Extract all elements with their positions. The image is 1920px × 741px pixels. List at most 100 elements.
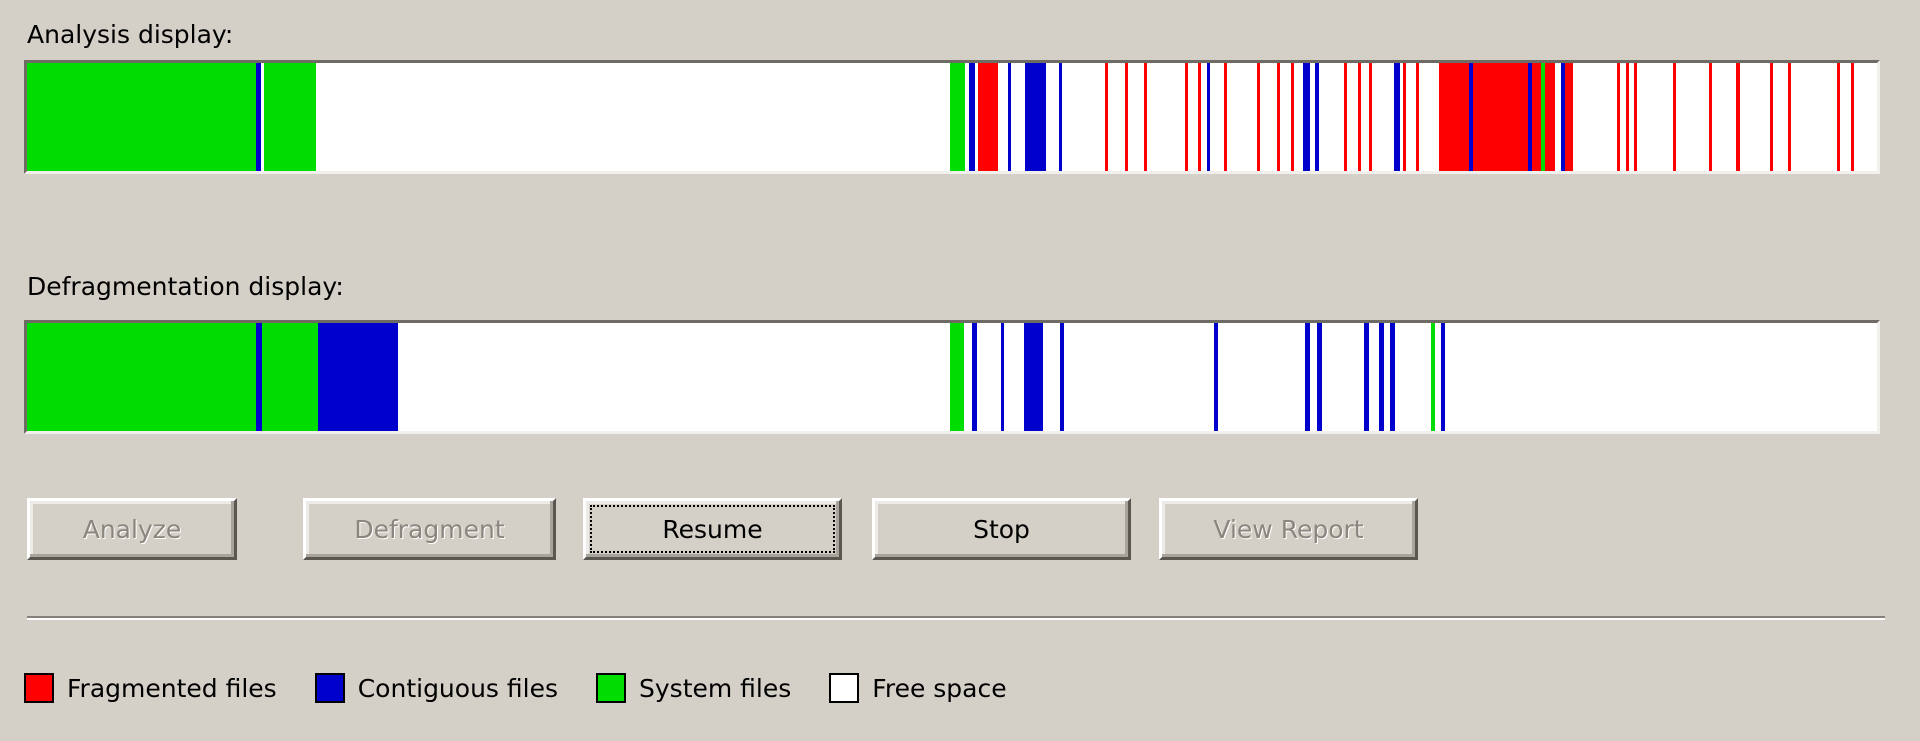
view-report-button: View Report	[1159, 498, 1418, 560]
cluster-segment	[256, 323, 262, 431]
cluster-segment	[1431, 323, 1435, 431]
analysis-display-canvas	[27, 63, 1877, 171]
cluster-segment	[1390, 323, 1395, 431]
legend-swatch-icon	[314, 673, 345, 703]
cluster-segment	[1224, 63, 1227, 171]
cluster-segment	[964, 323, 972, 431]
cluster-segment	[1712, 63, 1736, 171]
defragment-button: Defragment	[303, 498, 556, 560]
cluster-segment	[1185, 63, 1188, 171]
cluster-segment	[1406, 63, 1416, 171]
cluster-segment	[1347, 63, 1358, 171]
cluster-segment	[1372, 63, 1394, 171]
legend-item: Contiguous files	[314, 673, 558, 703]
legend-swatch-icon	[24, 673, 54, 703]
legend-swatch-icon	[596, 673, 626, 703]
cluster-segment	[1128, 63, 1144, 171]
analyze-button: Analyze	[27, 498, 237, 560]
cluster-segment	[1369, 323, 1379, 431]
cluster-segment	[1400, 63, 1403, 171]
cluster-segment	[1441, 323, 1445, 431]
cluster-segment	[969, 63, 975, 171]
cluster-segment	[1218, 323, 1305, 431]
cluster-segment	[1303, 63, 1310, 171]
cluster-segment	[1210, 63, 1224, 171]
cluster-segment	[398, 323, 950, 431]
cluster-segment	[1060, 323, 1064, 431]
stop-button-label: Stop	[973, 514, 1030, 544]
cluster-segment	[261, 63, 264, 171]
cluster-segment	[1257, 63, 1260, 171]
cluster-segment	[1105, 63, 1108, 171]
cluster-segment	[1528, 63, 1532, 171]
cluster-segment	[1445, 323, 1877, 431]
cluster-segment	[1676, 63, 1709, 171]
cluster-segment	[1108, 63, 1125, 171]
cluster-segment	[1062, 63, 1105, 171]
resume-button[interactable]: Resume	[583, 498, 842, 560]
cluster-segment	[1555, 63, 1561, 171]
cluster-segment	[1198, 63, 1201, 171]
cluster-segment	[1201, 63, 1207, 171]
legend-item: Free space	[829, 673, 1007, 703]
cluster-segment	[1545, 63, 1555, 171]
cluster-segment	[1840, 63, 1851, 171]
cluster-segment	[1384, 323, 1390, 431]
cluster-segment	[1473, 63, 1528, 171]
stop-button[interactable]: Stop	[872, 498, 1131, 560]
cluster-segment	[1280, 63, 1291, 171]
cluster-segment	[1837, 63, 1840, 171]
legend-item: Fragmented files	[24, 673, 277, 703]
cluster-segment	[1736, 63, 1740, 171]
cluster-segment	[1369, 63, 1372, 171]
cluster-segment	[256, 63, 261, 171]
cluster-segment	[1620, 63, 1626, 171]
cluster-segment	[1439, 63, 1469, 171]
cluster-segment	[965, 63, 969, 171]
cluster-segment	[1419, 63, 1439, 171]
defragment-button-label: Defragment	[354, 514, 505, 544]
cluster-segment	[1573, 63, 1617, 171]
defragmenter-panel: Analysis display: Defragmentation displa…	[0, 0, 1920, 741]
cluster-segment	[1709, 63, 1712, 171]
cluster-segment	[1532, 63, 1541, 171]
cluster-segment	[1394, 63, 1400, 171]
analysis-display-label: Analysis display:	[27, 20, 234, 49]
cluster-segment	[972, 323, 977, 431]
cluster-segment	[1147, 63, 1185, 171]
cluster-segment	[262, 323, 318, 431]
legend-item-label: Fragmented files	[67, 673, 277, 703]
cluster-segment	[1673, 63, 1676, 171]
cluster-segment	[950, 323, 964, 431]
cluster-segment	[27, 63, 256, 171]
cluster-segment	[1637, 63, 1673, 171]
cluster-segment	[975, 63, 978, 171]
cluster-segment	[1565, 63, 1573, 171]
cluster-segment	[1770, 63, 1773, 171]
cluster-segment	[1291, 63, 1294, 171]
cluster-segment	[1319, 63, 1344, 171]
cluster-segment	[1364, 323, 1369, 431]
cluster-segment	[1435, 323, 1441, 431]
cluster-segment	[1395, 323, 1431, 431]
cluster-segment	[1379, 323, 1384, 431]
cluster-segment	[1260, 63, 1277, 171]
cluster-segment	[318, 323, 398, 431]
cluster-segment	[1358, 63, 1361, 171]
cluster-segment	[1634, 63, 1637, 171]
analysis-display-bar	[24, 60, 1880, 174]
cluster-segment	[1125, 63, 1128, 171]
cluster-segment	[1788, 63, 1791, 171]
cluster-segment	[1043, 323, 1060, 431]
legend-item: System files	[596, 673, 791, 703]
cluster-segment	[978, 63, 998, 171]
cluster-segment	[1403, 63, 1406, 171]
cluster-segment	[1227, 63, 1257, 171]
cluster-segment	[977, 323, 1001, 431]
analyze-button-label: Analyze	[82, 514, 182, 544]
cluster-segment	[1469, 63, 1473, 171]
cluster-segment	[1004, 323, 1024, 431]
cluster-segment	[1854, 63, 1877, 171]
horizontal-separator	[27, 616, 1885, 620]
cluster-segment	[1310, 63, 1315, 171]
